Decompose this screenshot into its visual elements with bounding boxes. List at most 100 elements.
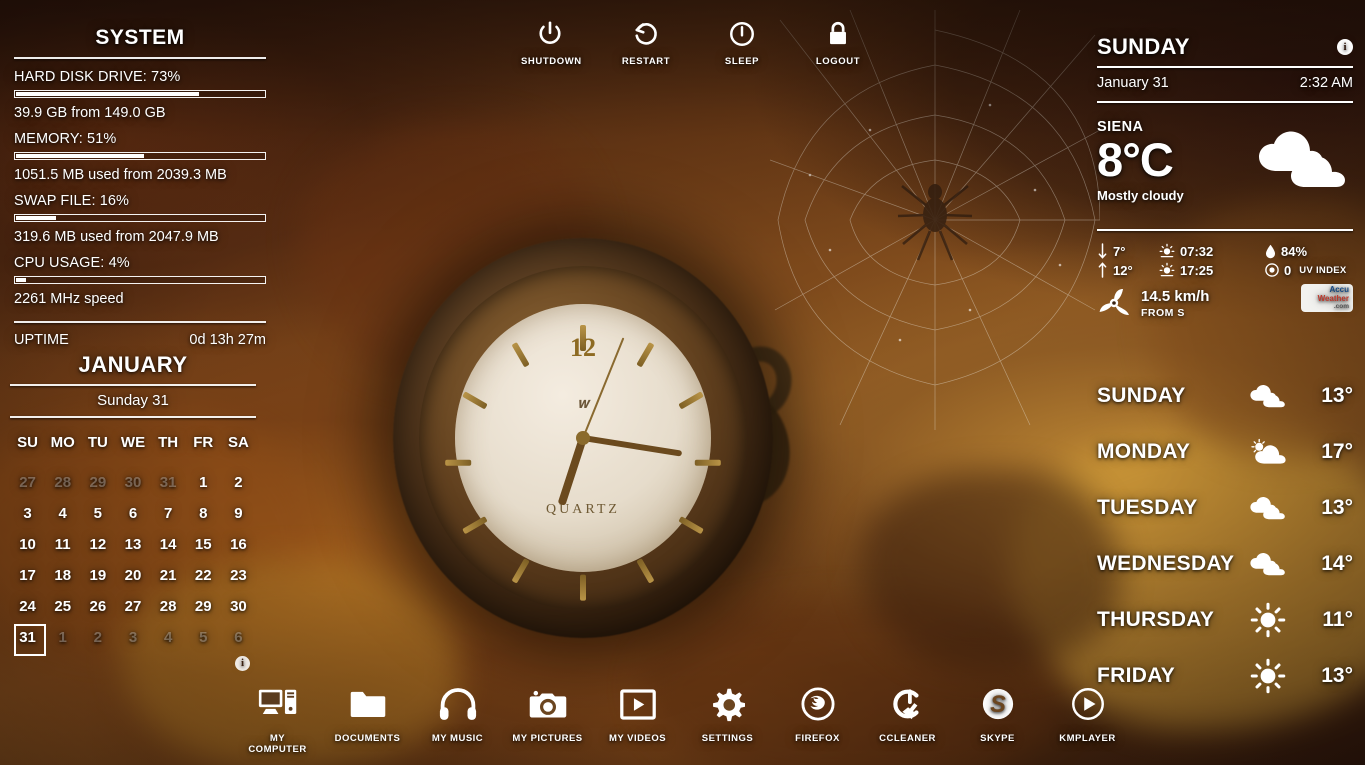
- partly-sunny-icon: [1239, 438, 1297, 466]
- calendar-day[interactable]: 6: [221, 622, 256, 653]
- divider: [10, 416, 256, 418]
- weather-wind: 14.5 km/h FROM S Accu Weather .com: [1097, 278, 1353, 320]
- calendar-day[interactable]: 12: [80, 529, 115, 560]
- calendar-day[interactable]: 6: [115, 498, 150, 529]
- weekday-label: MO: [50, 434, 75, 451]
- weather-widget: SUNDAY i January 31 2:32 AM SIENA 8°C Mo…: [1097, 34, 1353, 320]
- calendar-day[interactable]: 13: [115, 529, 150, 560]
- calendar-day[interactable]: 11: [45, 529, 80, 560]
- calendar-day[interactable]: 7: [151, 498, 186, 529]
- weather-stats: 7° 07:32 84% 12° 17:25 0 UV INDEX: [1097, 229, 1353, 278]
- weather-sunset: 17:25: [1159, 262, 1265, 278]
- forecast-row[interactable]: MONDAY 17°: [1097, 424, 1353, 480]
- calendar-day[interactable]: 28: [45, 467, 80, 498]
- calendar-weekday-header: SU MO TU WE TH FR SA: [10, 427, 256, 458]
- calendar-day[interactable]: 3: [10, 498, 45, 529]
- calendar-day[interactable]: 3: [115, 622, 150, 653]
- forecast-row[interactable]: SUNDAY 13°: [1097, 368, 1353, 424]
- calendar-day[interactable]: 30: [221, 591, 256, 622]
- calendar-day[interactable]: 1: [186, 467, 221, 498]
- logout-button[interactable]: LOGOUT: [809, 18, 867, 67]
- calendar-day[interactable]: 14: [151, 529, 186, 560]
- forecast-row[interactable]: WEDNESDAY 14°: [1097, 536, 1353, 592]
- calendar-day[interactable]: 4: [45, 498, 80, 529]
- dock-item-firefox[interactable]: FIREFOX: [781, 683, 855, 755]
- restart-button[interactable]: RESTART: [617, 18, 675, 67]
- calendar-day[interactable]: 30: [115, 467, 150, 498]
- calendar-day[interactable]: 2: [221, 467, 256, 498]
- info-icon[interactable]: i: [235, 656, 250, 671]
- dock-item-my-videos[interactable]: MY VIDEOS: [601, 683, 675, 755]
- weather-uv: 0 UV INDEX: [1265, 262, 1353, 278]
- metric-progress-fill: [16, 216, 56, 220]
- calendar-day[interactable]: 22: [186, 560, 221, 591]
- accuweather-logo[interactable]: Accu Weather .com: [1301, 284, 1353, 312]
- dock-item-ccleaner[interactable]: CCLEANER: [871, 683, 945, 755]
- info-icon[interactable]: i: [1337, 39, 1353, 55]
- calendar-day[interactable]: 28: [151, 591, 186, 622]
- calendar-day[interactable]: 2: [80, 622, 115, 653]
- calendar-day[interactable]: 1: [45, 622, 80, 653]
- calendar-day[interactable]: 31: [151, 467, 186, 498]
- calendar-day[interactable]: 5: [186, 622, 221, 653]
- calendar-day[interactable]: 29: [80, 467, 115, 498]
- calendar-day[interactable]: 10: [10, 529, 45, 560]
- calendar-day[interactable]: 17: [10, 560, 45, 591]
- weather-humidity: 84%: [1265, 243, 1353, 259]
- dock-item-skype[interactable]: S SKYPE: [961, 683, 1035, 755]
- dock-label: CCLEANER: [879, 733, 936, 744]
- metric-progress-bar: [14, 214, 266, 222]
- calendar-day[interactable]: 20: [115, 560, 150, 591]
- forecast-day: TUESDAY: [1097, 496, 1198, 519]
- calendar-day[interactable]: 19: [80, 560, 115, 591]
- dock-label: MY COMPUTER: [248, 733, 307, 755]
- calendar-day[interactable]: 21: [151, 560, 186, 591]
- sleep-icon: [713, 18, 771, 50]
- divider: [14, 321, 266, 323]
- forecast-temp: 14°: [1321, 552, 1353, 575]
- dock-item-documents[interactable]: DOCUMENTS: [331, 683, 405, 755]
- metric-sublabel: 2261 MHz speed: [14, 291, 124, 307]
- calendar-day[interactable]: 15: [186, 529, 221, 560]
- forecast-row[interactable]: TUESDAY 13°: [1097, 480, 1353, 536]
- forecast-row[interactable]: THURSDAY 11°: [1097, 592, 1353, 648]
- calendar-day[interactable]: 9: [221, 498, 256, 529]
- forecast-temp: 17°: [1321, 440, 1353, 463]
- weather-uv-value: 0: [1284, 262, 1292, 278]
- divider: [1097, 66, 1353, 68]
- computer-icon: [241, 683, 315, 725]
- calendar-day[interactable]: 27: [10, 467, 45, 498]
- calendar-day[interactable]: 26: [80, 591, 115, 622]
- dock-item-my-music[interactable]: MY MUSIC: [421, 683, 495, 755]
- calendar-day[interactable]: 27: [115, 591, 150, 622]
- sunny-icon: [1239, 602, 1297, 638]
- sleep-button[interactable]: SLEEP: [713, 18, 771, 67]
- calendar-widget: JANUARY Sunday 31 SU MO TU WE TH FR SA 2…: [10, 352, 256, 671]
- calendar-day-selected[interactable]: 31: [10, 622, 46, 656]
- calendar-day[interactable]: 29: [186, 591, 221, 622]
- dock-item-kmplayer[interactable]: KMPLAYER: [1051, 683, 1125, 755]
- gear-icon: [691, 683, 765, 725]
- weather-humidity-value: 84%: [1281, 243, 1308, 259]
- calendar-day[interactable]: 18: [45, 560, 80, 591]
- calendar-day[interactable]: 4: [151, 622, 186, 653]
- divider: [14, 57, 266, 59]
- weather-current: SIENA 8°C Mostly cloudy: [1097, 119, 1353, 215]
- calendar-day[interactable]: 24: [10, 591, 45, 622]
- calendar-today-text: Sunday 31: [97, 392, 169, 409]
- weather-uv-label: UV INDEX: [1299, 264, 1347, 276]
- calendar-day[interactable]: 5: [80, 498, 115, 529]
- dock-item-settings[interactable]: SETTINGS: [691, 683, 765, 755]
- calendar-days-grid[interactable]: 27 28 29 30 31 1 2 3 4 5 6 7 8 9 10 11 12 13 14 15 16 17 18 19 2…: [10, 467, 256, 656]
- calendar-day[interactable]: 23: [221, 560, 256, 591]
- weather-high: 12°: [1097, 262, 1159, 278]
- shutdown-button[interactable]: SHUTDOWN: [521, 18, 581, 67]
- power-label: LOGOUT: [815, 56, 861, 67]
- dock-item-my-computer[interactable]: MY COMPUTER: [241, 683, 315, 755]
- calendar-day[interactable]: 16: [221, 529, 256, 560]
- calendar-day[interactable]: 25: [45, 591, 80, 622]
- dock-item-my-pictures[interactable]: MY PICTURES: [511, 683, 585, 755]
- cloudy-icon: [1239, 383, 1297, 409]
- calendar-day[interactable]: 8: [186, 498, 221, 529]
- forecast-temp: 13°: [1321, 384, 1353, 407]
